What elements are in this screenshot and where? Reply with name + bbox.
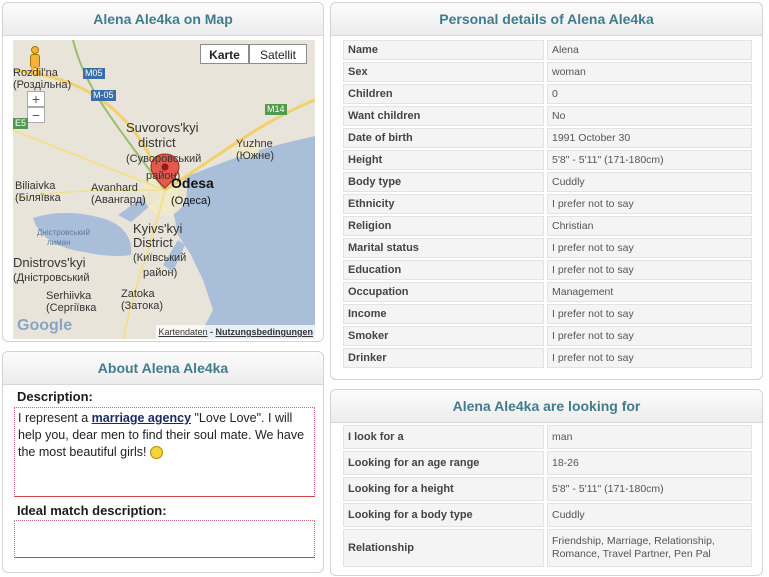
row-label: Occupation [343,282,544,302]
table-row: I look for a man [343,425,752,449]
smiley-icon [150,446,164,460]
row-value: 18-26 [547,451,752,475]
row-value: I prefer not to say [547,238,752,258]
map-label-serhiivka: Serhiivka (Сергіївка [46,290,97,314]
row-value: Friendship, Marriage, Relationship, Roma… [547,529,752,567]
ideal-match-label: Ideal match description: [17,503,167,518]
kartendaten-link[interactable]: Kartendaten [158,327,207,337]
map-panel: Alena Ale4ka on Map + − Karte Satellit M… [2,2,324,342]
table-row: Marital status I prefer not to say [343,238,752,258]
ideal-match-text [14,520,315,558]
road-shield-e5: E5 [13,118,29,129]
table-row: Looking for a body type Cuddly [343,503,752,527]
table-row: Want children No [343,106,752,126]
row-label: Smoker [343,326,544,346]
map-label-avanhard: Avanhard (Авангард) [91,182,146,206]
row-label: Looking for a body type [343,503,544,527]
row-label: Education [343,260,544,280]
personal-details-table: Name Alena Sex woman Children 0 Want children N… [343,40,752,370]
row-value: I prefer not to say [547,260,752,280]
map-type-karte-button[interactable]: Karte [200,44,249,64]
row-label: Drinker [343,348,544,368]
row-label: Relationship [343,529,544,567]
row-value: 5'8" - 5'11" (171-180cm) [547,150,752,170]
table-row: Looking for a height 5'8" - 5'11" (171-18… [343,477,752,501]
map-label-biliaivka: Biliaivka (Біляївка [15,180,61,204]
row-label: Want children [343,106,544,126]
nutzungsbedingungen-link[interactable]: Nutzungsbedingungen [216,327,313,337]
row-label: I look for a [343,425,544,449]
map-view[interactable]: + − Karte Satellit M05 M-05 M14 E5 Rozdi… [13,40,315,339]
row-label: Looking for an age range [343,451,544,475]
row-label: Income [343,304,544,324]
map-label-odesa: Odesa (Одеса) [171,175,214,207]
road-shield-m-05: M-05 [91,90,116,101]
google-logo: Google [17,317,73,334]
row-label: Sex [343,62,544,82]
row-value: 5'8" - 5'11" (171-180cm) [547,477,752,501]
map-footer: Kartendaten - Nutzungsbedingungen [156,325,315,339]
about-panel: About Alena Ale4ka Description: I repres… [2,351,324,573]
table-row: Body type Cuddly [343,172,752,192]
row-label: Date of birth [343,128,544,148]
row-value: I prefer not to say [547,348,752,368]
map-label-liman: Дністровський лиман [37,228,90,247]
map-type-satellit-button[interactable]: Satellit [249,44,307,64]
row-label: Religion [343,216,544,236]
table-row: Education I prefer not to say [343,260,752,280]
map-label-zatoka: Zatoka (Затока) [121,288,164,312]
table-row: Height 5'8" - 5'11" (171-180cm) [343,150,752,170]
description-label: Description: [17,389,93,404]
row-value: Alena [547,40,752,60]
table-row: Ethnicity I prefer not to say [343,194,752,214]
row-value: Cuddly [547,172,752,192]
map-label-rozdilna: Rozdil'na (Роздільна) [13,67,72,91]
personal-details-title: Personal details of Alena Ale4ka [331,3,762,36]
row-label: Marital status [343,238,544,258]
table-row: Children 0 [343,84,752,104]
table-row: Income I prefer not to say [343,304,752,324]
row-value: Christian [547,216,752,236]
table-row: Relationship Friendship, Marriage, Relati… [343,529,752,567]
row-label: Ethnicity [343,194,544,214]
map-label-dnistrovskyi: Dnistrovs'kyi (Дністровський [13,255,90,285]
row-label: Body type [343,172,544,192]
row-value: 0 [547,84,752,104]
table-row: Name Alena [343,40,752,60]
table-row: Smoker I prefer not to say [343,326,752,346]
marriage-agency-link[interactable]: marriage agency [92,411,191,425]
row-value: Management [547,282,752,302]
row-value: woman [547,62,752,82]
row-value: I prefer not to say [547,194,752,214]
map-label-yuzhne: Yuzhne (Южне) [236,138,274,162]
description-text: I represent a marriage agency "Love Love… [14,407,315,497]
road-shield-m05: M05 [83,68,105,79]
road-shield-m14: M14 [265,104,287,115]
zoom-in-button[interactable]: + [27,91,45,107]
row-label: Children [343,84,544,104]
about-panel-title: About Alena Ale4ka [3,352,323,385]
row-value: No [547,106,752,126]
row-label: Height [343,150,544,170]
row-value: Cuddly [547,503,752,527]
looking-for-table: I look for a man Looking for an age range 1… [343,425,752,569]
row-value: I prefer not to say [547,304,752,324]
map-panel-title: Alena Ale4ka on Map [3,3,323,36]
row-label: Looking for a height [343,477,544,501]
table-row: Drinker I prefer not to say [343,348,752,368]
row-value: I prefer not to say [547,326,752,346]
personal-details-panel: Personal details of Alena Ale4ka Name Ale… [330,2,763,380]
table-row: Religion Christian [343,216,752,236]
table-row: Date of birth 1991 October 30 [343,128,752,148]
row-value: 1991 October 30 [547,128,752,148]
table-row: Occupation Management [343,282,752,302]
looking-for-title: Alena Ale4ka are looking for [331,390,762,423]
row-label: Name [343,40,544,60]
table-row: Sex woman [343,62,752,82]
map-label-kyivskyi: Kyivs'kyi District (Київський район) [133,221,187,280]
zoom-out-button[interactable]: − [27,107,45,123]
looking-for-panel: Alena Ale4ka are looking for I look for … [330,389,763,576]
table-row: Looking for an age range 18-26 [343,451,752,475]
row-value: man [547,425,752,449]
